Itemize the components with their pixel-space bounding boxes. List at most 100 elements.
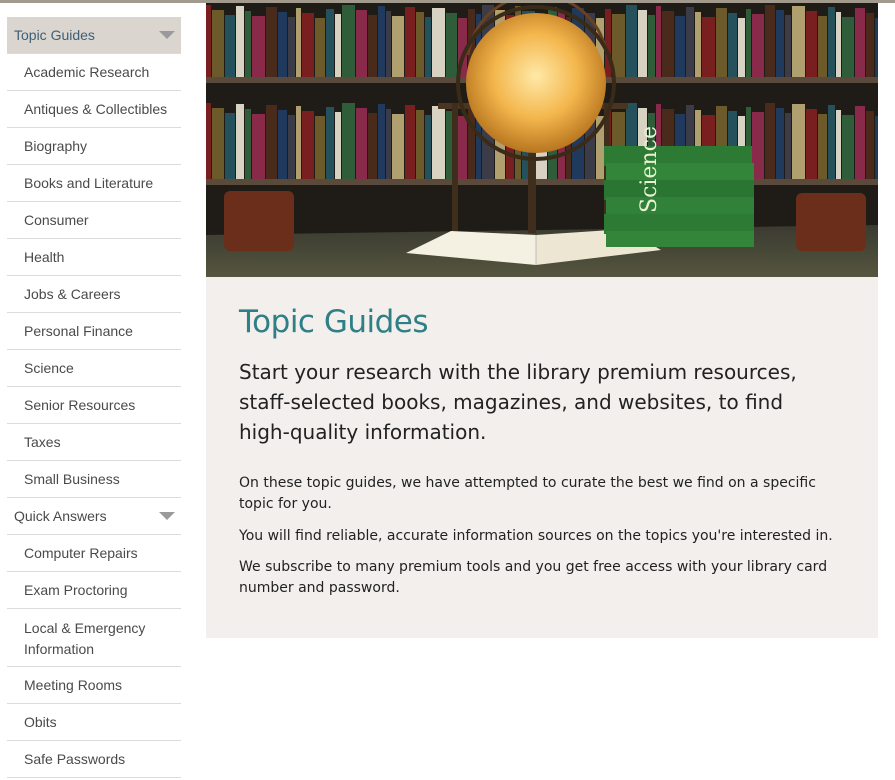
- shelf-book: [368, 113, 377, 179]
- shelf-book: [288, 115, 295, 179]
- shelf-book: [432, 8, 445, 77]
- sidebar-item-small-business[interactable]: Small Business: [7, 461, 181, 498]
- sidebar-item-biography[interactable]: Biography: [7, 128, 181, 165]
- sidebar-item-label: Computer Repairs: [24, 545, 138, 561]
- shelf-book: [785, 15, 791, 77]
- sidebar-item-taxes[interactable]: Taxes: [7, 424, 181, 461]
- sidebar-item-safe-passwords[interactable]: Safe Passwords: [7, 741, 181, 778]
- shelf-book: [416, 110, 424, 179]
- sidebar-item-label: Jobs & Careers: [24, 286, 121, 302]
- shelf-book: [675, 16, 685, 77]
- shelf-book: [302, 111, 314, 179]
- shelf-book: [776, 10, 784, 77]
- sidebar-item-senior-resources[interactable]: Senior Resources: [7, 387, 181, 424]
- shelf-book: [315, 18, 325, 77]
- shelf-book: [206, 5, 211, 77]
- shelf-book: [818, 114, 827, 179]
- shelf-book: [315, 116, 325, 179]
- sidebar-item-label: Antiques & Collectibles: [24, 101, 168, 117]
- shelf-book: [252, 114, 265, 179]
- nav-section-topic-guides[interactable]: Topic Guides: [7, 17, 181, 54]
- shelf-book: [875, 116, 878, 179]
- shelf-book: [416, 12, 424, 77]
- sidebar-item-antiques-collectibles[interactable]: Antiques & Collectibles: [7, 91, 181, 128]
- shelf-book: [866, 111, 874, 179]
- shelf-book: [326, 9, 334, 77]
- library-globe-illustration: Science: [206, 3, 878, 277]
- shelf-book: [206, 103, 211, 179]
- shelf-book: [605, 9, 611, 77]
- shelf-book: [785, 113, 791, 179]
- book-spine-text: Science: [637, 126, 662, 213]
- shelf-book: [425, 115, 431, 179]
- sidebar-item-exam-proctoring[interactable]: Exam Proctoring: [7, 572, 181, 609]
- paragraph-3: We subscribe to many premium tools and y…: [239, 559, 828, 596]
- shelf-book: [378, 6, 385, 77]
- shelf-book: [446, 13, 457, 77]
- shelf-book: [648, 15, 655, 77]
- shelf-book: [432, 106, 445, 179]
- sidebar-item-label: Health: [24, 249, 65, 265]
- shelf-book: [326, 107, 334, 179]
- shelf-book: [425, 17, 431, 77]
- shelf-book: [626, 5, 637, 77]
- shelf-book: [368, 15, 377, 77]
- sidebar-item-consumer[interactable]: Consumer: [7, 202, 181, 239]
- sidebar-item-academic-research[interactable]: Academic Research: [7, 54, 181, 91]
- sidebar-item-science[interactable]: Science: [7, 350, 181, 387]
- shelf-book: [296, 106, 301, 179]
- shelf-book: [245, 109, 251, 179]
- shelf-book: [738, 18, 745, 77]
- chevron-down-icon[interactable]: [159, 31, 175, 39]
- shelf-book: [662, 11, 674, 77]
- shelf-book: [842, 17, 854, 77]
- sidebar-item-label: Taxes: [24, 434, 61, 450]
- shelf-book: [695, 12, 701, 77]
- shelf-book: [386, 11, 391, 77]
- page-title: Topic Guides: [239, 304, 429, 340]
- shelf-book: [746, 9, 751, 77]
- nav-section-label: Topic Guides: [14, 27, 95, 43]
- sidebar-item-obits[interactable]: Obits: [7, 704, 181, 741]
- shelf-book: [405, 105, 415, 179]
- shelf-book: [302, 13, 314, 77]
- nav-section-quick-answers[interactable]: Quick Answers: [7, 498, 181, 535]
- sidebar-item-label: Science: [24, 360, 74, 376]
- shelf-book: [378, 104, 385, 179]
- shelf-book: [278, 12, 287, 77]
- shelf-book: [212, 10, 224, 77]
- sidebar-item-label: Meeting Rooms: [24, 677, 123, 693]
- shelf-book: [836, 110, 841, 179]
- shelf-book: [278, 110, 287, 179]
- shelf-book: [776, 108, 784, 179]
- shelf-book: [245, 11, 251, 77]
- sidebar-item-label: Safe Passwords: [24, 751, 126, 767]
- sidebar-item-jobs-careers[interactable]: Jobs & Careers: [7, 276, 181, 313]
- shelf-book: [702, 17, 715, 77]
- shelf-book: [342, 5, 355, 77]
- sidebar-item-meeting-rooms[interactable]: Meeting Rooms: [7, 667, 181, 704]
- shelf-book: [855, 106, 865, 179]
- shelf-book: [392, 16, 404, 77]
- sidebar-item-local-emergency[interactable]: Local & Emergency Information: [7, 609, 181, 667]
- shelf-book: [342, 103, 355, 179]
- sidebar-item-label: Personal Finance: [24, 323, 133, 339]
- shelf-book: [752, 14, 764, 77]
- shelf-book: [225, 113, 235, 179]
- sidebar-item-books-literature[interactable]: Books and Literature: [7, 165, 181, 202]
- chevron-down-icon[interactable]: [159, 512, 175, 520]
- shelf-book: [405, 7, 415, 77]
- shelf-book: [842, 115, 854, 179]
- shelf-book: [212, 108, 224, 179]
- nav-section-label: Quick Answers: [14, 508, 107, 524]
- shelf-book: [836, 12, 841, 77]
- shelf-book: [806, 109, 817, 179]
- shelf-book: [806, 11, 817, 77]
- sidebar-item-computer-repairs[interactable]: Computer Repairs: [7, 535, 181, 572]
- shelf-book: [875, 18, 878, 77]
- shelf-book: [288, 17, 295, 77]
- sidebar-item-personal-finance[interactable]: Personal Finance: [7, 313, 181, 350]
- lead-text: Start your research with the library pre…: [239, 360, 797, 444]
- sidebar-item-health[interactable]: Health: [7, 239, 181, 276]
- shelf-book: [818, 16, 827, 77]
